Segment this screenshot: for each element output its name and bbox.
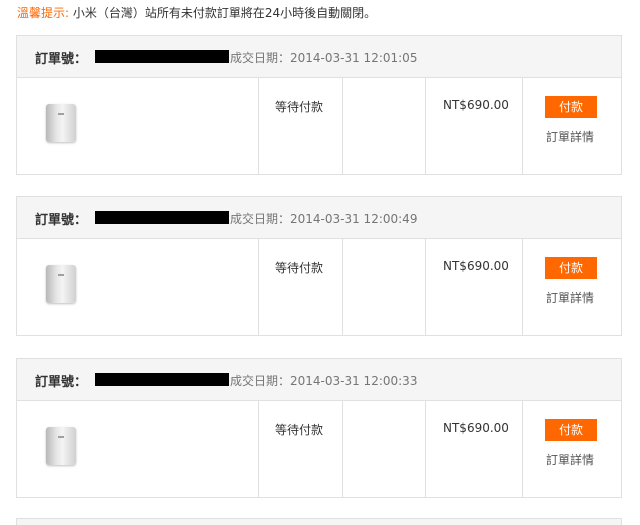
actions-cell: 付款 訂單詳情 — [523, 401, 621, 497]
price-cell: NT$690.00 — [426, 401, 523, 497]
product-image[interactable] — [46, 265, 76, 303]
order-price: NT$690.00 — [443, 259, 509, 273]
pay-button[interactable]: 付款 — [545, 419, 597, 441]
order-price: NT$690.00 — [443, 98, 509, 112]
order-body: 等待付款 NT$690.00 付款 訂單詳情 — [17, 401, 621, 497]
order-number-redacted — [95, 50, 229, 63]
price-cell: NT$690.00 — [426, 78, 523, 174]
empty-cell — [343, 401, 426, 497]
product-cell — [17, 401, 259, 497]
order-date: 成交日期：2014-03-31 12:00:49 — [230, 212, 418, 226]
order-number-label: 訂單號： — [35, 213, 88, 228]
order-number-redacted — [95, 373, 229, 386]
order-detail-link[interactable]: 訂單詳情 — [546, 451, 594, 468]
order-card: 訂單號： 成交日期：2014-03-31 12:01:05 等待付款 NT$69… — [16, 35, 622, 175]
status-cell: 等待付款 — [259, 239, 343, 335]
order-list-page: 溫馨提示: 小米（台灣）站所有未付款訂單將在24小時後自動關閉。 訂單號： 成交… — [0, 0, 640, 525]
product-cell — [17, 239, 259, 335]
actions-cell: 付款 訂單詳情 — [523, 239, 621, 335]
order-body: 等待付款 NT$690.00 付款 訂單詳情 — [17, 78, 621, 174]
actions-cell: 付款 訂單詳情 — [523, 78, 621, 174]
order-number-label: 訂單號： — [35, 375, 88, 390]
notice-label: 溫馨提示: — [17, 6, 70, 20]
pay-button[interactable]: 付款 — [545, 257, 597, 279]
order-status: 等待付款 — [275, 423, 324, 437]
order-number-label: 訂單號： — [35, 52, 88, 67]
status-cell: 等待付款 — [259, 401, 343, 497]
order-status: 等待付款 — [275, 100, 324, 114]
order-header: 訂單號： 成交日期：2014-03-31 12:00:49 — [17, 197, 621, 239]
empty-cell — [343, 78, 426, 174]
order-status: 等待付款 — [275, 261, 324, 275]
order-header: 訂單號： 成交日期：2014-03-31 12:01:05 — [17, 36, 621, 78]
pay-button[interactable]: 付款 — [545, 96, 597, 118]
order-detail-link[interactable]: 訂單詳情 — [546, 289, 594, 306]
order-header-partial — [17, 519, 621, 525]
notice-text: 小米（台灣）站所有未付款訂單將在24小時後自動關閉。 — [72, 6, 377, 20]
order-card: 訂單號： 成交日期：2014-03-31 12:00:33 等待付款 NT$69… — [16, 358, 622, 498]
product-image[interactable] — [46, 104, 76, 142]
product-cell — [17, 78, 259, 174]
order-body: 等待付款 NT$690.00 付款 訂單詳情 — [17, 239, 621, 335]
order-card: 訂單號： 成交日期：2014-03-31 12:00:49 等待付款 NT$69… — [16, 196, 622, 336]
status-cell: 等待付款 — [259, 78, 343, 174]
product-image[interactable] — [46, 427, 76, 465]
notice-bar: 溫馨提示: 小米（台灣）站所有未付款訂單將在24小時後自動關閉。 — [17, 4, 376, 22]
empty-cell — [343, 239, 426, 335]
price-cell: NT$690.00 — [426, 239, 523, 335]
order-date: 成交日期：2014-03-31 12:01:05 — [230, 51, 418, 65]
order-card-partial — [16, 518, 622, 525]
order-header: 訂單號： 成交日期：2014-03-31 12:00:33 — [17, 359, 621, 401]
order-detail-link[interactable]: 訂單詳情 — [546, 128, 594, 145]
order-price: NT$690.00 — [443, 421, 509, 435]
order-number-redacted — [95, 211, 229, 224]
order-date: 成交日期：2014-03-31 12:00:33 — [230, 374, 418, 388]
